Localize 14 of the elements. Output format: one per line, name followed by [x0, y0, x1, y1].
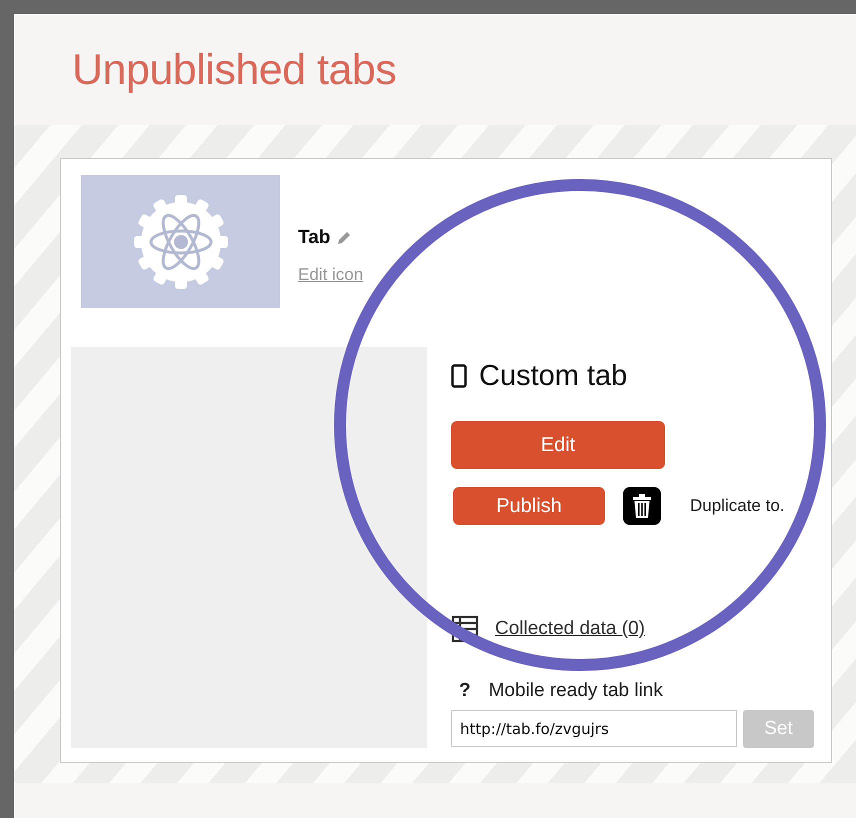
- url-field[interactable]: http://tab.fo/zvgujrs: [451, 710, 737, 747]
- page-title: Unpublished tabs: [71, 45, 398, 96]
- mobile-link-label: Mobile ready tab link: [488, 680, 663, 702]
- pencil-icon[interactable]: [336, 230, 352, 246]
- duplicate-link[interactable]: Duplicate to.: [690, 496, 784, 516]
- edit-button[interactable]: Edit: [451, 421, 665, 469]
- collected-data-link[interactable]: Collected data (0): [495, 618, 645, 640]
- tab-name: Tab: [298, 227, 330, 249]
- trash-icon[interactable]: [623, 487, 661, 525]
- help-mark[interactable]: ?: [459, 680, 471, 702]
- tablet-icon: [451, 364, 467, 388]
- tab-type-label: Custom tab: [479, 360, 628, 392]
- table-icon: [451, 615, 479, 643]
- publish-button[interactable]: Publish: [453, 487, 605, 525]
